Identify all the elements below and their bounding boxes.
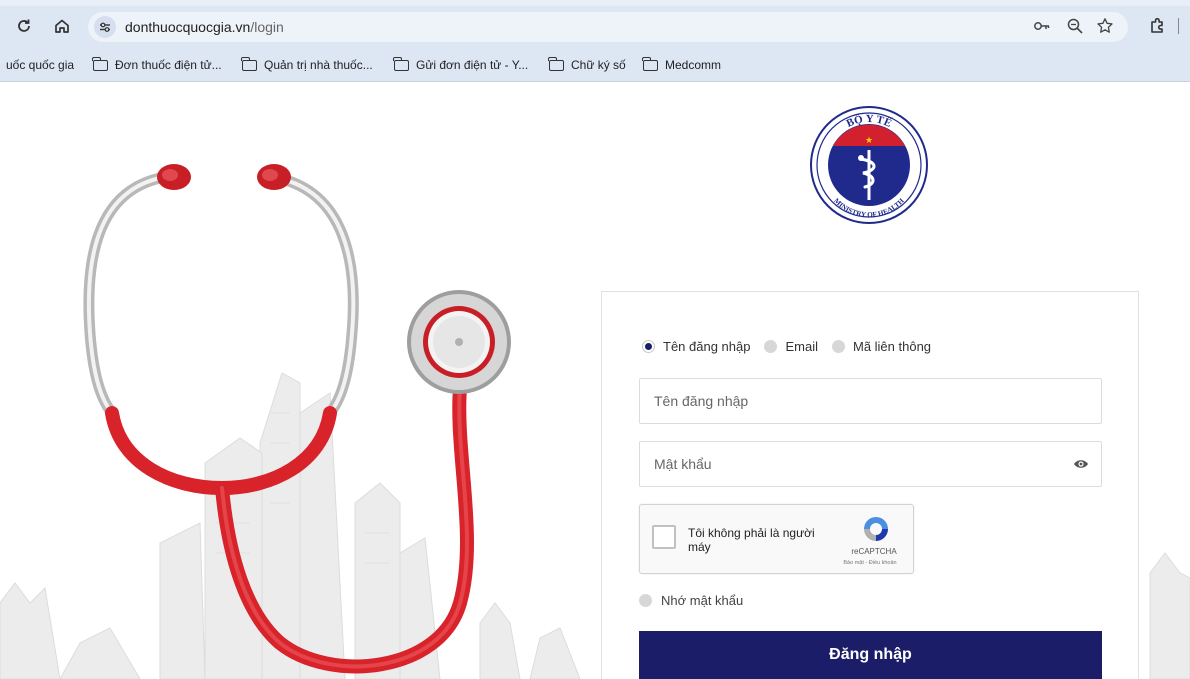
bookmark-item[interactable]: uốc quốc gia — [6, 58, 74, 72]
login-type-link-code-radio[interactable]: Mã liên thông — [831, 339, 932, 354]
login-page: ★ BỘ Y TẾ MINISTRY OF HEALTH Tên đăng nh… — [0, 83, 1190, 679]
radio-dot — [831, 340, 845, 353]
site-settings-icon[interactable] — [94, 16, 116, 38]
login-type-email-radio[interactable]: Email — [764, 339, 818, 354]
browser-toolbar: donthuocquocgia.vn/login — [0, 0, 1190, 50]
bookmark-label: Medcomm — [665, 58, 722, 72]
bookmark-label: Gửi đơn điện tử - Y... — [416, 58, 529, 72]
bookmark-folder[interactable]: Đơn thuốc điện tử... — [92, 56, 222, 72]
radio-dot — [642, 340, 655, 353]
radio-label: Tên đăng nhập — [663, 339, 751, 354]
remember-password-option[interactable]: Nhớ mật khẩu — [639, 593, 743, 608]
folder-icon — [393, 56, 409, 71]
reload-icon[interactable] — [14, 16, 34, 36]
remember-label: Nhớ mật khẩu — [661, 593, 744, 608]
bookmark-folder[interactable]: Gửi đơn điện tử - Y... — [393, 56, 529, 72]
login-type-selector: Tên đăng nhập Email Mã liên thông — [642, 339, 945, 354]
bookmark-folder[interactable]: Medcomm — [642, 56, 722, 72]
login-type-username-radio[interactable]: Tên đăng nhập — [642, 339, 750, 354]
folder-icon — [92, 56, 108, 71]
ministry-of-health-logo: ★ BỘ Y TẾ MINISTRY OF HEALTH — [810, 106, 928, 224]
toolbar-divider — [1178, 18, 1179, 34]
recaptcha-checkbox[interactable] — [652, 525, 676, 549]
star-icon[interactable] — [1096, 17, 1114, 39]
url-host: donthuocquocgia.vn — [125, 19, 251, 35]
zoom-icon[interactable] — [1066, 17, 1084, 39]
extensions-icon[interactable] — [1148, 16, 1168, 36]
url-text[interactable]: donthuocquocgia.vn/login — [125, 19, 284, 35]
recaptcha-widget: Tôi không phải là người máy reCAPTCHA Bả… — [639, 504, 914, 574]
url-path: /login — [250, 19, 284, 35]
bookmark-label: Chữ ký số — [571, 58, 626, 72]
username-input[interactable] — [640, 379, 1101, 423]
tab-strip-edge — [0, 0, 1190, 6]
recaptcha-logo-icon — [864, 517, 888, 541]
bookmark-folder[interactable]: Chữ ký số — [548, 56, 626, 72]
radio-label: Email — [785, 339, 818, 354]
login-button[interactable]: Đăng nhập — [639, 631, 1102, 679]
show-password-eye-icon[interactable] — [1073, 458, 1089, 470]
folder-icon — [548, 56, 564, 71]
home-icon[interactable] — [52, 16, 72, 36]
radio-dot — [764, 340, 778, 353]
password-field[interactable] — [639, 441, 1102, 487]
bookmark-label: Đơn thuốc điện tử... — [115, 58, 222, 72]
recaptcha-terms-link[interactable]: Bảo mật - Điều khoản — [830, 560, 910, 566]
bookmark-folder[interactable]: Quản trị nhà thuốc... — [241, 56, 373, 72]
bookmark-label: Quản trị nhà thuốc... — [264, 58, 373, 72]
logo-star: ★ — [865, 136, 873, 146]
address-bar[interactable]: donthuocquocgia.vn/login — [88, 12, 1128, 42]
key-icon[interactable] — [1033, 17, 1051, 39]
login-card: Tên đăng nhập Email Mã liên thông Tên đă… — [601, 291, 1139, 679]
bookmarks-bar: uốc quốc gia Đơn thuốc điện tử... Quản t… — [0, 50, 1190, 82]
folder-icon — [241, 56, 257, 71]
folder-icon — [642, 56, 658, 71]
stethoscope-illustration — [83, 164, 511, 674]
recaptcha-brand: reCAPTCHA — [851, 547, 897, 556]
radio-label: Mã liên thông — [852, 339, 932, 354]
remember-radio-dot — [639, 594, 652, 607]
bookmark-label: uốc quốc gia — [6, 58, 75, 72]
username-field[interactable] — [639, 378, 1102, 424]
password-input[interactable] — [640, 442, 1101, 486]
recaptcha-label: Tôi không phải là người máy — [688, 526, 815, 554]
